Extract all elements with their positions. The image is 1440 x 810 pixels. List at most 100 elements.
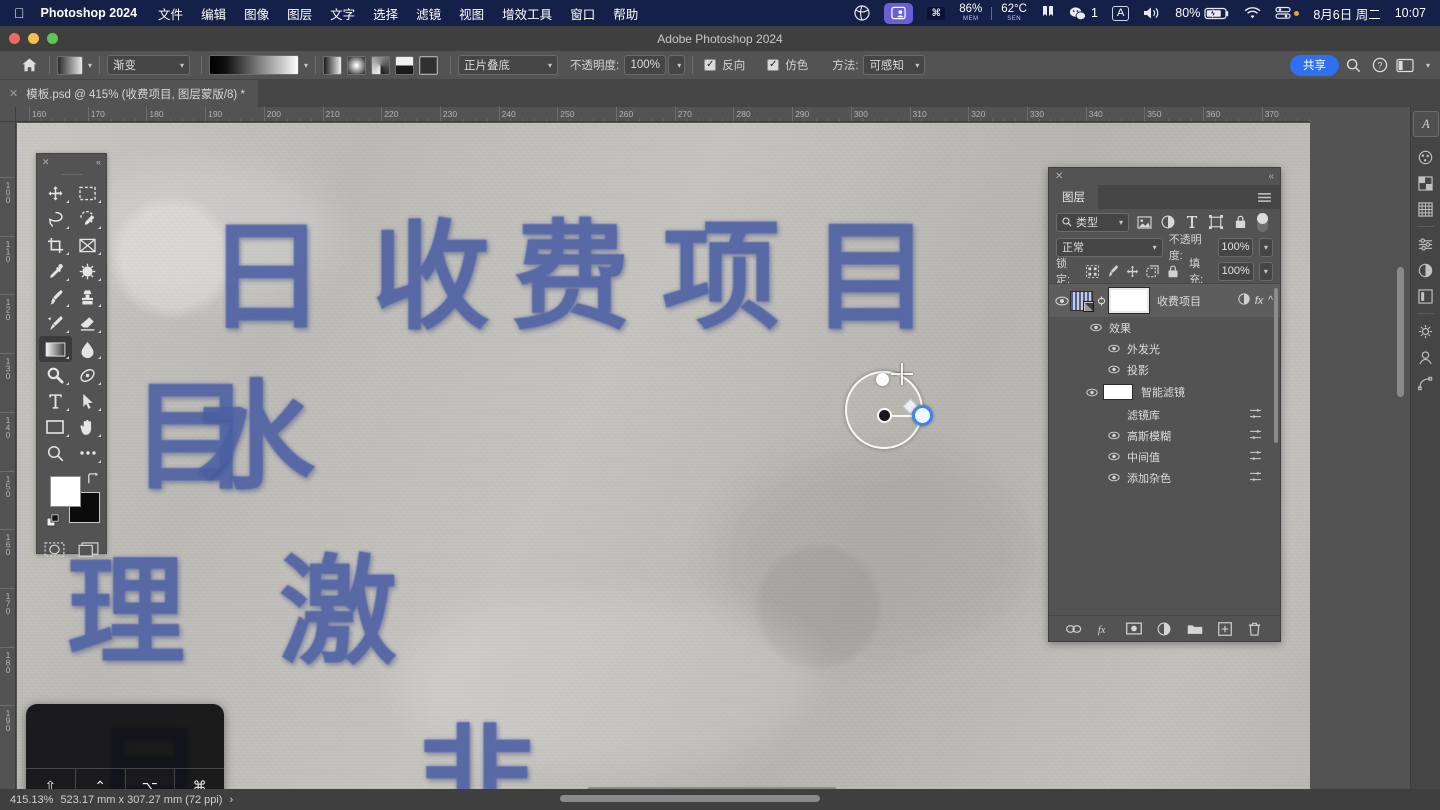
layer-fill-input[interactable]: 100% [1217,261,1254,281]
mask-link-icon[interactable] [1095,295,1107,307]
hand-tool[interactable] [72,414,105,440]
smart-object-filter-icon[interactable] [1231,213,1249,231]
diamond-gradient-icon[interactable] [419,55,439,75]
scrollbar-thumb[interactable] [560,795,820,802]
collapse-icon[interactable]: « [1268,171,1274,182]
character-panel-icon[interactable]: A [1412,111,1439,137]
minimize-window-button[interactable] [28,33,39,44]
opacity-input[interactable]: 100% [624,55,667,75]
layer-row-smart-filters[interactable]: 智能滤镜 [1049,380,1280,404]
help-icon[interactable]: ? [1369,54,1391,76]
chevron-down-icon[interactable]: ▾ [88,61,92,70]
paths-panel-icon[interactable] [1413,370,1439,396]
menu-item-help[interactable]: 帮助 [604,0,647,26]
color-panel-icon[interactable] [1413,144,1439,170]
libraries-panel-icon[interactable] [1413,283,1439,309]
pixel-filter-icon[interactable] [1135,213,1153,231]
layer-row-gaussian-blur[interactable]: 高斯模糊 [1049,425,1280,446]
gradient-preview[interactable] [209,55,300,75]
visibility-toggle-icon[interactable] [1105,473,1122,482]
reverse-checkbox-group[interactable]: ✓ 反向 [704,57,745,73]
layer-fill-stepper[interactable]: ▾ [1258,261,1273,281]
chevron-down-icon[interactable]: ▾ [1426,61,1430,70]
chevron-down-icon[interactable]: ▾ [304,61,308,70]
layer-row-drop-shadow[interactable]: 投影 [1049,359,1280,380]
gradient-rotate-handle[interactable] [876,373,889,386]
filter-settings-icon[interactable] [1249,408,1276,422]
lock-transparent-icon[interactable] [1085,263,1100,279]
horizontal-ruler[interactable]: 160 170 180 190 200 210 220 230 240 250 260 270 280 2… [16,107,1310,122]
edit-toolbar-tool[interactable] [72,440,105,466]
menu-app-name[interactable]: Photoshop 2024 [39,0,150,26]
dither-checkbox[interactable]: ✓ [767,59,780,71]
adjustment-filter-icon[interactable] [1159,213,1177,231]
delete-layer-icon[interactable] [1246,620,1264,638]
lock-artboard-icon[interactable] [1145,263,1160,279]
lock-all-icon[interactable] [1165,263,1180,279]
swatches-panel-icon[interactable] [1413,170,1439,196]
brush-tool[interactable] [39,284,72,310]
close-icon[interactable]: ✕ [1055,171,1063,182]
layer-row-outer-glow[interactable]: 外发光 [1049,338,1280,359]
angle-gradient-icon[interactable] [371,55,391,75]
control-center-icon[interactable] [1268,0,1306,26]
eyedropper-tool[interactable] [39,258,72,284]
new-layer-icon[interactable] [1216,620,1234,638]
status-chevron-icon[interactable]: › [229,794,233,806]
gradient-preview-group[interactable]: ▾ [209,55,308,75]
menu-item-select[interactable]: 选择 [364,0,407,26]
add-layer-mask-icon[interactable] [1125,620,1143,638]
layer-opacity-stepper[interactable]: ▾ [1259,237,1273,257]
path-selection-tool[interactable] [72,388,105,414]
tool-preset-select[interactable]: 渐变 ▾ [107,55,191,75]
lasso-tool[interactable] [39,206,72,232]
gradient-start-handle[interactable] [877,408,892,423]
shape-filter-icon[interactable] [1207,213,1225,231]
filter-settings-icon[interactable] [1249,429,1276,443]
menu-item-edit[interactable]: 编辑 [192,0,235,26]
sensor-stat[interactable]: 62°C SEN [994,0,1034,26]
gradient-move-crosshair[interactable] [891,363,913,385]
search-icon[interactable] [1343,54,1365,76]
history-brush-tool[interactable] [39,310,72,336]
gradient-widget[interactable] [845,363,933,457]
crop-tool[interactable] [39,232,72,258]
menu-item-view[interactable]: 视图 [450,0,493,26]
lock-image-icon[interactable] [1105,263,1120,279]
add-layer-style-icon[interactable]: fx [1095,620,1113,638]
visibility-toggle-icon[interactable] [1105,431,1122,440]
visibility-toggle-icon[interactable] [1087,323,1104,332]
new-group-icon[interactable] [1186,620,1204,638]
object-selection-tool[interactable] [72,206,105,232]
reverse-checkbox[interactable]: ✓ [704,59,717,71]
vertical-ruler[interactable]: 100 110 120 130 140 150 160 170 180 190 [0,122,16,789]
volume-icon[interactable] [1136,0,1168,26]
collapse-icon[interactable]: « [96,157,101,167]
layer-row-median[interactable]: 中间值 [1049,446,1280,467]
layer-expand-toggle[interactable]: ^ [1268,295,1273,306]
link-layers-icon[interactable] [1065,620,1083,638]
menubar-time[interactable]: 10:07 [1388,0,1440,26]
keyboard-shortcut-icon[interactable]: ⌘ [920,0,952,26]
visibility-toggle-icon[interactable] [1105,365,1122,374]
rectangular-marquee-tool[interactable] [72,180,105,206]
method-select[interactable]: 可感知 ▾ [863,55,926,75]
clone-stamp-tool[interactable] [72,284,105,310]
layer-blend-mode-select[interactable]: 正常 ▾ [1056,237,1163,257]
apple-icon[interactable]:  [0,6,39,20]
layer-name[interactable]: 收费项目 [1157,293,1201,309]
filter-settings-icon[interactable] [1249,450,1276,464]
layer-row-filter-gallery[interactable]: 滤镜库 [1049,404,1280,425]
wechat-icon[interactable]: 1 [1062,0,1105,26]
layer-row-effects[interactable]: 效果 [1049,317,1280,338]
filter-type-select[interactable]: 类型 ▾ [1056,212,1129,232]
zoom-tool[interactable] [39,440,72,466]
smart-filter-indicator-icon[interactable] [1238,293,1250,308]
type-filter-icon[interactable] [1183,213,1201,231]
gradient-swatch[interactable] [57,55,83,75]
layer-row-main[interactable]: 收费项目 fx ^ [1049,284,1280,317]
frame-tool[interactable] [72,232,105,258]
menu-item-type[interactable]: 文字 [321,0,364,26]
layer-mask-thumbnail[interactable] [1108,287,1150,314]
filter-enable-toggle[interactable] [1257,212,1268,232]
